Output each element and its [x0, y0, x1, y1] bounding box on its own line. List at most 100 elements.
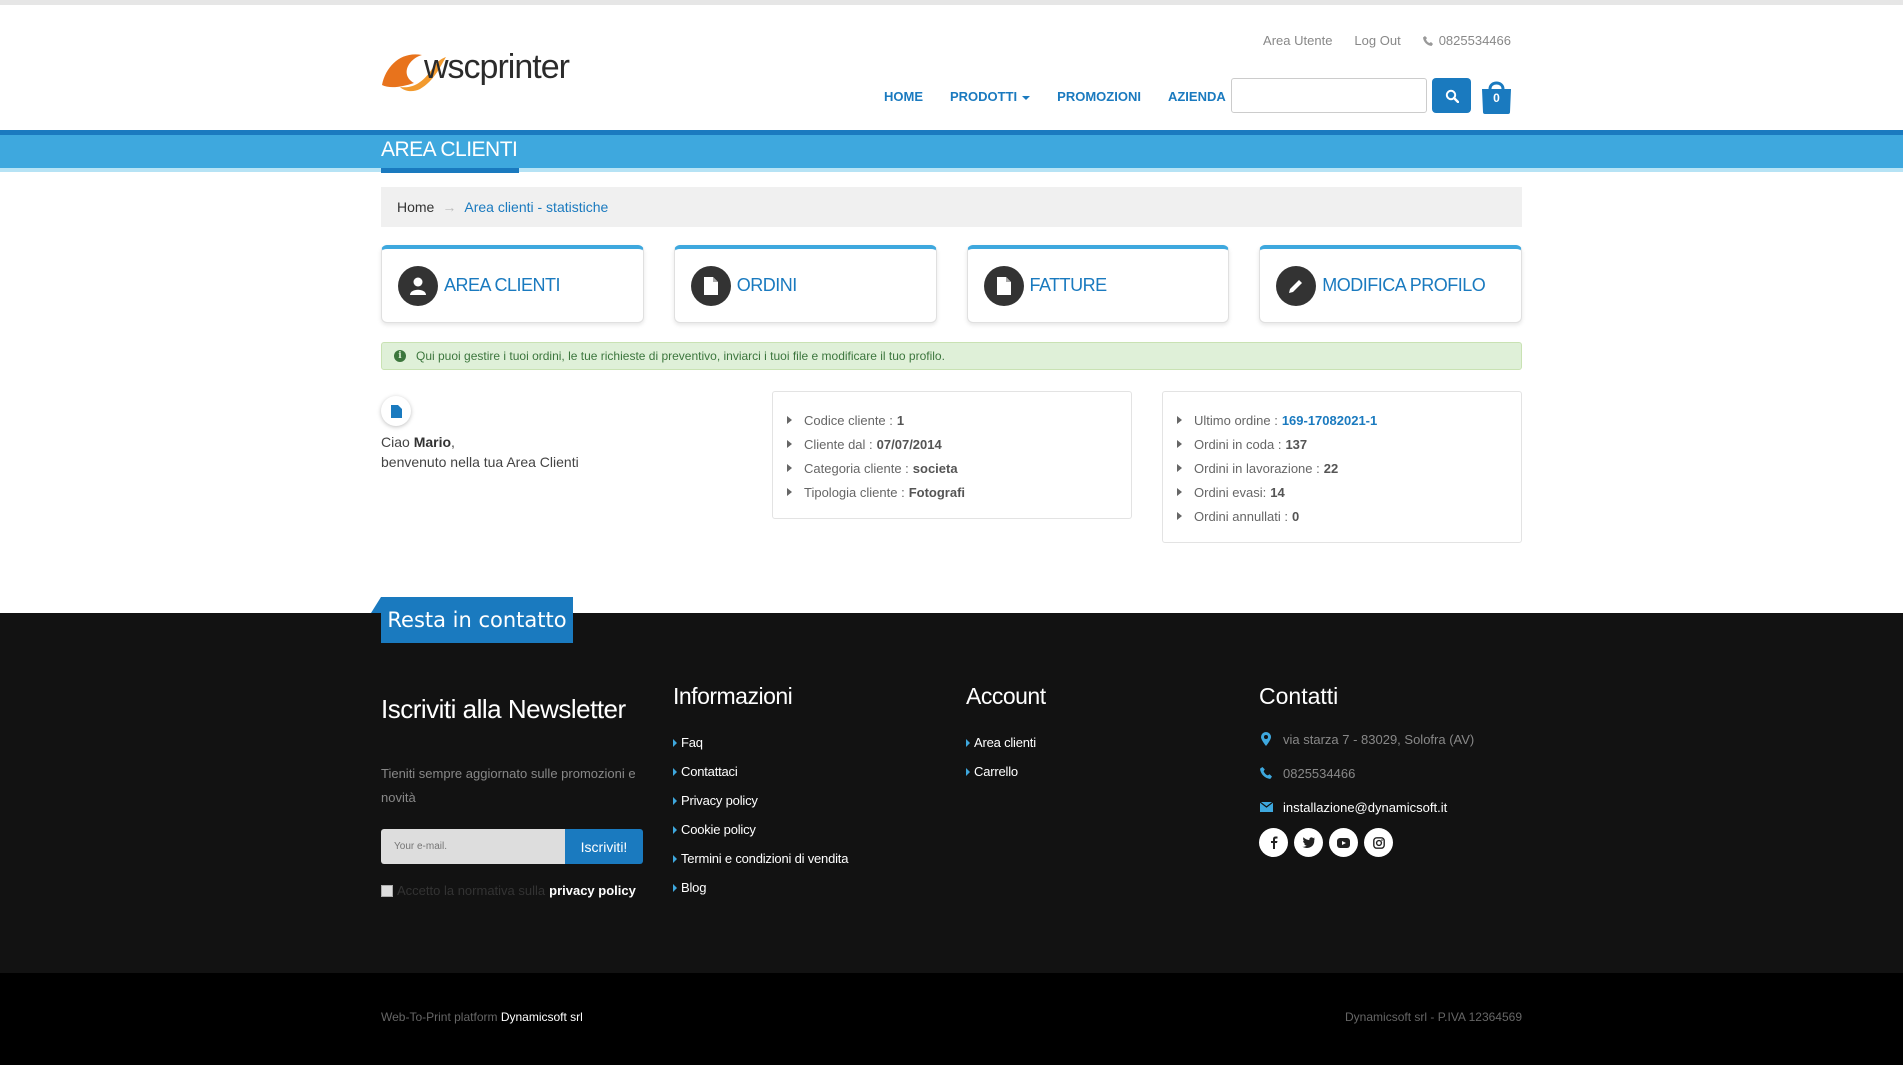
facebook-icon[interactable]: [1259, 828, 1288, 857]
contact-address: via starza 7 - 83029, Solofra (AV): [1259, 722, 1474, 756]
newsletter-subscribe-button[interactable]: Iscriviti!: [565, 829, 643, 864]
footer-contacts-title: Contatti: [1259, 683, 1339, 709]
orders-stat-item: Ordini evasi: 14: [1177, 480, 1521, 504]
phone-icon: [1422, 35, 1433, 46]
utility-links: Area Utente Log Out 0825534466: [1263, 33, 1511, 48]
footer-info-column: Informazioni Faq Contattaci Privacy poli…: [673, 683, 848, 902]
tile-fatture[interactable]: FATTURE: [966, 245, 1230, 323]
tile-modifica-profilo-label: MODIFICA PROFILO: [1322, 275, 1486, 295]
privacy-consent-text: Accetto la normativa sulla: [397, 883, 546, 898]
document-badge: [381, 396, 411, 426]
newsletter-title: Iscriviti alla Newsletter: [381, 694, 626, 724]
orders-stat-item: Ordini annullati :0: [1177, 504, 1521, 528]
nav-products[interactable]: PRODOTTI: [950, 89, 1030, 104]
tile-area-clienti[interactable]: AREA CLIENTI: [381, 245, 644, 323]
twitter-icon[interactable]: [1294, 828, 1323, 857]
newsletter-email-input[interactable]: [381, 829, 565, 864]
contact-address-text: via starza 7 - 83029, Solofra (AV): [1283, 731, 1475, 747]
contact-tab-fold: [371, 597, 381, 613]
footer-link-faq[interactable]: Faq: [673, 728, 848, 757]
phone-icon: [1259, 767, 1273, 779]
site-footer: [0, 613, 1903, 973]
tile-modifica-profilo[interactable]: MODIFICA PROFILO: [1259, 245, 1522, 323]
customer-info-box: Codice cliente :1 Cliente dal :07/07/201…: [772, 391, 1132, 519]
orders-stat-label: Ordini in coda :: [1194, 436, 1282, 452]
cart-count: 0: [1493, 91, 1500, 105]
dashboard-tiles: AREA CLIENTI ORDINI FATTURE MODIFICA PRO…: [381, 245, 1522, 323]
footer-link-contattaci[interactable]: Contattaci: [673, 757, 848, 786]
welcome-name: Mario: [413, 434, 452, 450]
contact-tab: Resta in contatto: [381, 597, 573, 643]
footer-company-link[interactable]: Dynamicsoft srl: [501, 1010, 583, 1024]
orders-stat-value: 137: [1285, 436, 1308, 452]
breadcrumb-home[interactable]: Home: [397, 199, 434, 215]
footer-link-area-clienti[interactable]: Area clienti: [966, 728, 1046, 757]
breadcrumb: Home → Area clienti - statistiche: [381, 187, 1522, 227]
footer-account-column: Account Area clienti Carrello: [966, 683, 1046, 786]
privacy-consent: Accetto la normativa sulla privacy polic…: [381, 883, 636, 898]
logout-link[interactable]: Log Out: [1354, 33, 1400, 48]
welcome-message: Ciao Mario, benvenuto nella tua Area Cli…: [381, 432, 579, 472]
footer-bottom-bar: [0, 973, 1903, 1065]
user-icon: [398, 265, 438, 306]
orders-stat-value: 0: [1291, 508, 1300, 524]
customer-info-label: Codice cliente :: [804, 412, 893, 428]
youtube-icon[interactable]: [1329, 828, 1358, 857]
footer-vat: Dynamicsoft srl - P.IVA 12364569: [1345, 1010, 1522, 1024]
customer-info-item: Categoria cliente : societa: [787, 456, 1131, 480]
main-nav: HOME PRODOTTI PROMOZIONI AZIENDA: [884, 89, 1239, 104]
info-alert: i Qui puoi gestire i tuoi ordini, le tue…: [381, 342, 1522, 370]
title-band: [0, 130, 1903, 172]
footer-account-title: Account: [966, 683, 1046, 709]
customer-info-value: societa: [912, 460, 958, 476]
orders-stat-item: Ordini in coda :137: [1177, 432, 1521, 456]
info-icon: i: [394, 350, 406, 362]
info-alert-text: Qui puoi gestire i tuoi ordini, le tue r…: [416, 349, 945, 363]
header-phone-number: 0825534466: [1438, 33, 1511, 48]
cart-button[interactable]: 0: [1480, 77, 1513, 115]
footer-link-cookie[interactable]: Cookie policy: [673, 815, 848, 844]
customer-info-label: Tipologia cliente :: [804, 484, 905, 500]
contact-phone: 0825534466: [1259, 756, 1474, 790]
last-order-link[interactable]: 169-17082021-1: [1282, 413, 1377, 428]
footer-link-privacy[interactable]: Privacy policy: [673, 786, 848, 815]
privacy-policy-link[interactable]: privacy policy: [549, 883, 636, 898]
document-icon: [983, 265, 1024, 306]
page-title: AREA CLIENTI: [381, 138, 518, 161]
nav-company-label: AZIENDA: [1167, 89, 1226, 104]
orders-stat-item: Ordini in lavorazione :22: [1177, 456, 1521, 480]
instagram-icon[interactable]: [1364, 828, 1393, 857]
customer-info-value: 1: [896, 412, 905, 428]
search-button[interactable]: [1432, 78, 1471, 113]
nav-company[interactable]: AZIENDA: [1168, 89, 1239, 104]
contact-phone-text: 0825534466: [1283, 765, 1356, 781]
orders-stats-box: Ultimo ordine : 169-17082021-1 Ordini in …: [1162, 391, 1522, 543]
nav-home[interactable]: HOME: [884, 89, 923, 104]
footer-copyright: Web-To-Print platform Dynamicsoft srl: [381, 1010, 583, 1024]
user-area-link[interactable]: Area Utente: [1263, 33, 1332, 48]
footer-link-blog[interactable]: Blog: [673, 873, 848, 902]
contact-email-link[interactable]: installazione@dynamicsoft.it: [1283, 800, 1447, 815]
privacy-checkbox[interactable]: [381, 884, 393, 897]
customer-info-value: Fotografi: [908, 484, 966, 500]
footer-info-title: Informazioni: [673, 683, 793, 709]
customer-info-value: 07/07/2014: [876, 436, 942, 452]
social-links: [1259, 828, 1474, 857]
tile-ordini[interactable]: ORDINI: [673, 245, 937, 323]
customer-info-label: Categoria cliente :: [804, 460, 909, 476]
footer-copyright-prefix: Web-To-Print platform: [381, 1010, 498, 1024]
site-logo[interactable]: wscprinter: [380, 41, 605, 103]
orders-stat-label: Ordini evasi:: [1194, 484, 1267, 500]
customer-info-item: Codice cliente :1: [787, 408, 1131, 432]
footer-link-terms[interactable]: Termini e condizioni di vendita: [673, 844, 848, 873]
search-input[interactable]: [1231, 78, 1427, 113]
breadcrumb-current: Area clienti - statistiche: [464, 199, 609, 215]
contact-email: installazione@dynamicsoft.it: [1259, 790, 1474, 824]
footer-link-carrello[interactable]: Carrello: [966, 757, 1046, 786]
site-header: wscprinter Area Utente Log Out 082553446…: [0, 5, 1903, 130]
document-icon: [390, 404, 402, 418]
nav-promotions[interactable]: PROMOZIONI: [1057, 89, 1141, 104]
map-marker-icon: [1259, 732, 1273, 746]
pencil-icon: [1276, 265, 1317, 306]
orders-stat-label: Ordini in lavorazione :: [1194, 460, 1320, 476]
